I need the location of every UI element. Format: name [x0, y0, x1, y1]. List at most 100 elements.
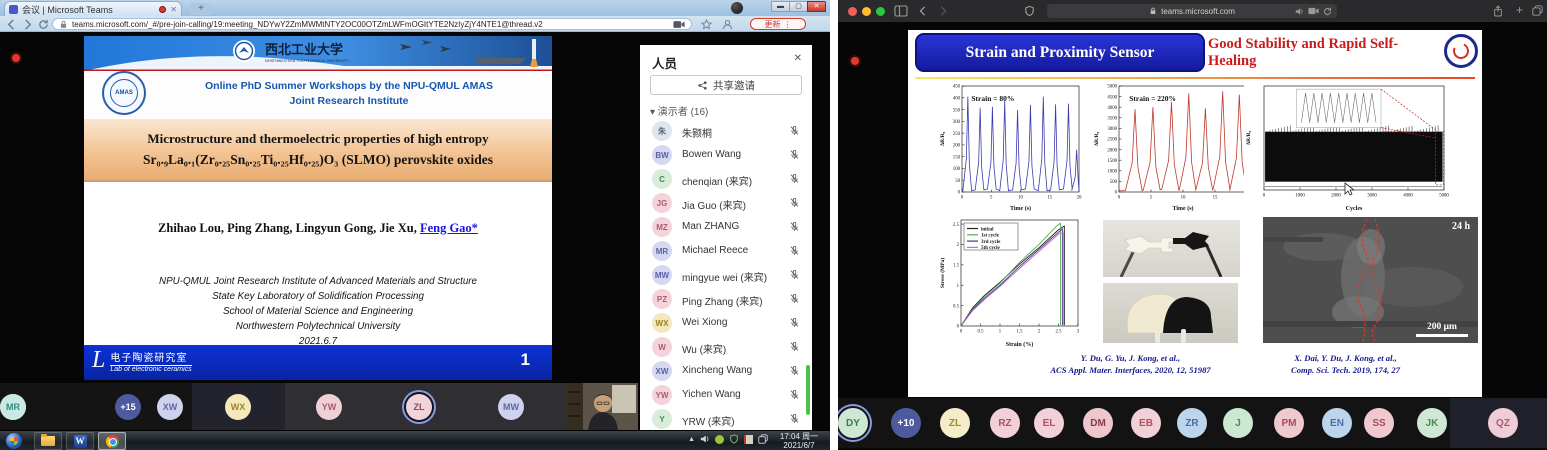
participant-avatar[interactable]: ZL	[406, 394, 432, 420]
forward-icon[interactable]	[938, 6, 948, 16]
start-button[interactable]	[6, 433, 22, 449]
mac-minimize-icon[interactable]	[862, 7, 871, 16]
tab-overview-icon[interactable]	[1532, 5, 1543, 16]
participant-row[interactable]: MR Michael Reece	[640, 239, 812, 263]
participant-row[interactable]: XW Xincheng Wang	[640, 359, 812, 383]
media-camera-icon[interactable]	[673, 20, 685, 29]
participant-row[interactable]: JG Jia Guo (来宾)	[640, 191, 812, 215]
tray-shield-icon[interactable]	[729, 434, 739, 444]
sem-image: 24 h 200 μm	[1263, 217, 1478, 343]
participant-avatar[interactable]: PM	[1274, 408, 1304, 438]
teams-favicon-icon	[9, 5, 18, 14]
panel-close-icon[interactable]: ✕	[794, 53, 802, 64]
svg-text:2.5: 2.5	[953, 223, 960, 228]
participant-row[interactable]: 朱 朱颢桐	[640, 119, 812, 143]
participant-row[interactable]: MW mingyue wei (来宾)	[640, 263, 812, 287]
participant-row[interactable]: BW Bowen Wang	[640, 143, 812, 167]
participant-row[interactable]: YW Yichen Wang	[640, 383, 812, 407]
panel-scrollbar[interactable]	[806, 365, 810, 415]
participant-avatar[interactable]: J	[1223, 408, 1253, 438]
participant-avatar[interactable]: MR	[0, 394, 26, 420]
menu-dots-icon[interactable]: ⋮	[784, 20, 792, 29]
participant-avatar[interactable]: +10	[891, 408, 921, 438]
avatar-initials: WX	[656, 319, 669, 328]
maximize-button[interactable]: ▢	[789, 1, 808, 12]
taskbar-word-button[interactable]: W	[66, 432, 94, 450]
participant-avatar[interactable]: JK	[1417, 408, 1447, 438]
participant-avatar[interactable]: QZ	[1488, 408, 1518, 438]
participant-row[interactable]: W Wu (来宾)	[640, 335, 812, 359]
slide-title-line1: Microstructure and thermoelectric proper…	[84, 131, 552, 147]
back-icon[interactable]	[918, 6, 928, 16]
browser-tab[interactable]: 会议 | Microsoft Teams ✕	[4, 1, 182, 16]
participant-row[interactable]: Y YRW (来宾)	[640, 407, 812, 430]
participant-avatar: MZ	[652, 217, 672, 237]
participant-avatar[interactable]: YW	[316, 394, 342, 420]
affiliations: NPU-QMUL Joint Research Institute of Adv…	[84, 274, 552, 349]
taskbar-chrome-button[interactable]	[98, 432, 126, 450]
svg-text:Strain (%): Strain (%)	[1006, 341, 1034, 348]
participant-avatar[interactable]: RZ	[990, 408, 1020, 438]
reload-icon[interactable]	[1323, 7, 1332, 16]
participant-avatar[interactable]: DY	[838, 408, 868, 438]
participant-avatar[interactable]: MW	[498, 394, 524, 420]
presentation-slide: 西北工业大学 NORTHWESTERN POLYTECHNICAL UNIVER…	[84, 36, 552, 380]
address-bar[interactable]: teams.microsoft.com	[1047, 4, 1337, 18]
mic-muted-icon	[789, 317, 800, 328]
taskbar-clock[interactable]: 17:04 周一 2021/6/7	[772, 432, 826, 450]
participant-avatar: MR	[652, 241, 672, 261]
participant-avatar[interactable]: SS	[1364, 408, 1394, 438]
tray-expand-icon[interactable]: ▲	[688, 436, 695, 443]
avatar-initials: C	[659, 175, 665, 184]
back-icon[interactable]	[6, 19, 17, 30]
participant-name: Xincheng Wang	[682, 365, 752, 376]
participant-row[interactable]: WX Wei Xiong	[640, 311, 812, 335]
tray-app-icon[interactable]	[715, 435, 724, 444]
taskbar-explorer-button[interactable]	[34, 432, 62, 450]
participant-row[interactable]: MZ Man ZHANG	[640, 215, 812, 239]
share-icon[interactable]	[1493, 5, 1503, 17]
close-button[interactable]: ✕	[807, 1, 826, 12]
new-tab-button[interactable]: +	[190, 3, 212, 15]
participant-avatar[interactable]: EB	[1131, 408, 1161, 438]
minimize-button[interactable]: ▬	[771, 1, 790, 12]
titlebar-profile-icon[interactable]	[731, 2, 743, 14]
participant-avatar[interactable]: EL	[1034, 408, 1064, 438]
address-bar[interactable]: teams.microsoft.com/_#/pre-join-calling/…	[52, 18, 692, 30]
svg-text:50: 50	[955, 179, 960, 184]
corresponding-author-link[interactable]: Feng Gao*	[420, 221, 478, 235]
sidebar-icon[interactable]	[894, 5, 908, 17]
participant-row[interactable]: PZ Ping Zhang (来宾)	[640, 287, 812, 311]
tray-flag-icon[interactable]	[744, 435, 753, 444]
mac-close-icon[interactable]	[848, 7, 857, 16]
bookmark-star-icon[interactable]	[701, 19, 712, 30]
chart-stress-strain: 00.511.522.5300.511.522.5Strain (%)Stres…	[938, 216, 1085, 348]
participant-avatar[interactable]: WX	[225, 394, 251, 420]
presenters-section-label[interactable]: ▾ 演示者 (16)	[650, 103, 708, 118]
participant-avatar[interactable]: +15	[115, 394, 141, 420]
participant-avatar[interactable]: DM	[1083, 408, 1113, 438]
participant-avatar[interactable]: ZL	[940, 408, 970, 438]
tab-audio-icon[interactable]	[1295, 7, 1304, 16]
tab-camera-icon[interactable]	[1308, 7, 1319, 15]
mac-zoom-icon[interactable]	[876, 7, 885, 16]
profile-person-icon[interactable]	[722, 19, 733, 30]
reload-icon[interactable]	[38, 19, 49, 30]
svg-text:1: 1	[957, 284, 960, 289]
share-invite-button[interactable]: 共享邀请	[650, 75, 802, 95]
participant-avatar[interactable]: XW	[157, 394, 183, 420]
tray-speaker-icon[interactable]	[700, 434, 710, 444]
affiliation-line: NPU-QMUL Joint Research Institute of Adv…	[84, 274, 552, 289]
forward-icon[interactable]	[22, 19, 33, 30]
window-controls: ▬ ▢ ✕	[772, 1, 826, 12]
new-tab-icon[interactable]: +	[1516, 3, 1523, 17]
webcam-thumbnail[interactable]	[566, 383, 638, 430]
tab-close-icon[interactable]: ✕	[170, 5, 177, 14]
participant-row[interactable]: C chenqian (来宾)	[640, 167, 812, 191]
participant-avatar[interactable]: EN	[1322, 408, 1352, 438]
tray-network-icon[interactable]	[758, 434, 768, 444]
privacy-shield-icon[interactable]	[1024, 5, 1035, 17]
participant-avatar[interactable]: ZR	[1177, 408, 1207, 438]
chrome-update-button[interactable]: 更新 ⋮	[750, 18, 806, 30]
participant-name: chenqian (来宾)	[682, 173, 752, 188]
